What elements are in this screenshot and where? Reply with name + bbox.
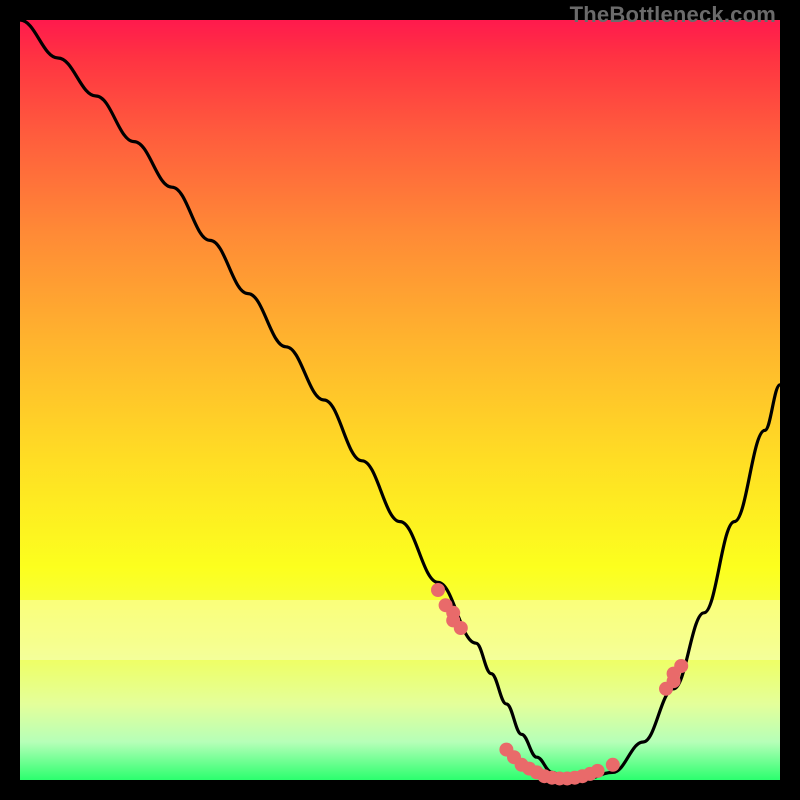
highlight-dots [431,583,688,785]
marker-dot [674,659,688,673]
chart-svg [20,20,780,780]
marker-dot [431,583,445,597]
marker-dot [454,621,468,635]
bottleneck-curve [20,20,780,780]
marker-dot [606,758,620,772]
marker-dot [591,764,605,778]
